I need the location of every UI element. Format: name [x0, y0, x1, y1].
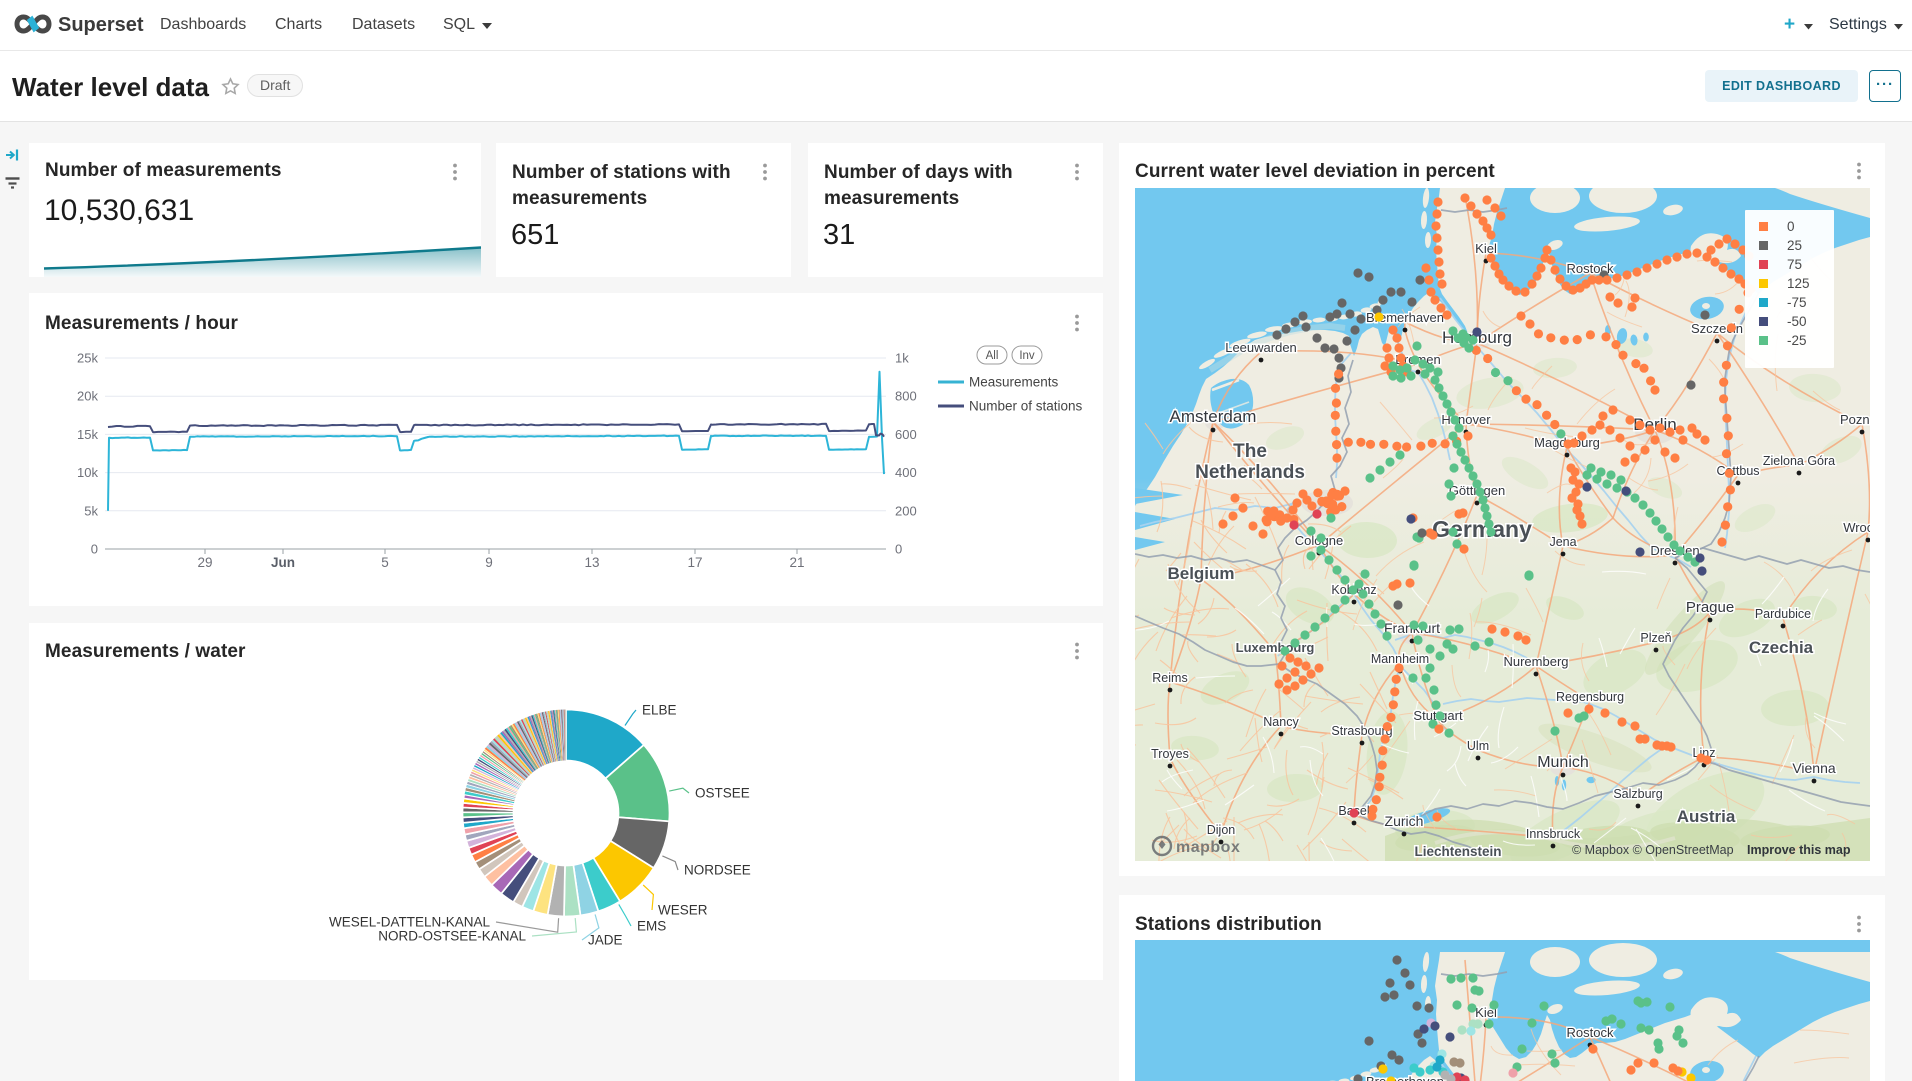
svg-text:WESEL-DATTELN-KANAL: WESEL-DATTELN-KANAL	[329, 915, 491, 930]
svg-text:Rostock: Rostock	[1567, 1025, 1614, 1040]
svg-text:Improve this map: Improve this map	[1747, 843, 1851, 857]
svg-text:Measurements: Measurements	[969, 375, 1059, 390]
svg-text:Salzburg: Salzburg	[1613, 787, 1662, 801]
svg-text:Czechia: Czechia	[1749, 638, 1814, 657]
svg-text:EMS: EMS	[637, 919, 666, 934]
svg-text:Jena: Jena	[1549, 535, 1576, 549]
svg-text:125: 125	[1787, 276, 1810, 291]
svg-text:25: 25	[1787, 238, 1802, 253]
svg-text:Cottbus: Cottbus	[1716, 464, 1759, 478]
svg-text:200: 200	[895, 503, 917, 518]
svg-text:0: 0	[895, 542, 902, 557]
svg-text:Nuremberg: Nuremberg	[1503, 654, 1568, 669]
svg-text:Pardubice: Pardubice	[1755, 607, 1811, 621]
svg-text:0: 0	[1787, 219, 1795, 234]
svg-text:All: All	[986, 350, 999, 362]
svg-text:1k: 1k	[895, 351, 909, 366]
svg-text:-50: -50	[1787, 314, 1807, 329]
svg-text:Luxembourg: Luxembourg	[1236, 640, 1315, 655]
svg-text:5k: 5k	[84, 503, 98, 518]
svg-text:29: 29	[197, 555, 212, 570]
svg-text:NORDSEE: NORDSEE	[684, 863, 751, 878]
svg-text:21: 21	[789, 555, 804, 570]
svg-text:ELBE: ELBE	[642, 703, 677, 718]
svg-text:Zielona Góra: Zielona Góra	[1763, 454, 1835, 468]
svg-text:20k: 20k	[77, 389, 98, 404]
svg-text:600: 600	[895, 427, 917, 442]
svg-text:400: 400	[895, 465, 917, 480]
svg-text:Austria: Austria	[1677, 807, 1736, 826]
svg-text:25k: 25k	[77, 351, 98, 366]
svg-text:Nancy: Nancy	[1263, 715, 1299, 729]
svg-text:mapbox: mapbox	[1176, 839, 1240, 856]
svg-text:0: 0	[91, 542, 98, 557]
svg-text:Inv: Inv	[1019, 350, 1035, 362]
svg-text:5: 5	[381, 555, 389, 570]
svg-text:10k: 10k	[77, 465, 98, 480]
svg-text:OSTSEE: OSTSEE	[695, 786, 750, 801]
svg-text:15k: 15k	[77, 427, 98, 442]
svg-text:Leeuwarden: Leeuwarden	[1225, 340, 1297, 355]
svg-text:Liechtenstein: Liechtenstein	[1414, 844, 1501, 859]
svg-text:Kiel: Kiel	[1475, 241, 1497, 256]
svg-text:Vienna: Vienna	[1792, 760, 1836, 776]
svg-text:Jun: Jun	[271, 555, 295, 570]
svg-text:9: 9	[485, 555, 493, 570]
svg-text:Troyes: Troyes	[1151, 747, 1189, 761]
svg-text:Innsbruck: Innsbruck	[1526, 827, 1581, 841]
svg-text:Wrocław: Wrocław	[1843, 520, 1870, 535]
svg-text:17: 17	[687, 555, 702, 570]
svg-text:Germany: Germany	[1432, 516, 1532, 542]
svg-text:Ulm: Ulm	[1467, 739, 1489, 753]
svg-text:800: 800	[895, 389, 917, 404]
svg-text:Number of stations: Number of stations	[969, 399, 1083, 414]
svg-text:13: 13	[584, 555, 599, 570]
svg-text:Zurich: Zurich	[1385, 813, 1424, 829]
svg-text:JADE: JADE	[588, 933, 623, 948]
svg-text:75: 75	[1787, 257, 1802, 272]
svg-text:-25: -25	[1787, 333, 1807, 348]
svg-text:Amsterdam: Amsterdam	[1170, 407, 1257, 426]
svg-text:Plzeň: Plzeň	[1640, 631, 1671, 645]
svg-text:Belgium: Belgium	[1167, 564, 1234, 583]
svg-text:Dijon: Dijon	[1207, 823, 1236, 837]
svg-text:Reims: Reims	[1152, 671, 1187, 685]
svg-text:Netherlands: Netherlands	[1195, 462, 1305, 483]
svg-text:Regensburg: Regensburg	[1556, 690, 1624, 704]
svg-text:Bremerhaven: Bremerhaven	[1366, 1074, 1444, 1081]
svg-text:WESER: WESER	[658, 903, 708, 918]
svg-text:NORD-OSTSEE-KANAL: NORD-OSTSEE-KANAL	[378, 929, 526, 944]
svg-text:-75: -75	[1787, 295, 1807, 310]
svg-text:Prague: Prague	[1686, 599, 1734, 616]
svg-text:Poznań: Poznań	[1840, 412, 1870, 427]
svg-text:The: The	[1233, 441, 1267, 462]
svg-text:Munich: Munich	[1537, 754, 1589, 771]
svg-text:© Mapbox © OpenStreetMap: © Mapbox © OpenStreetMap	[1572, 843, 1734, 857]
